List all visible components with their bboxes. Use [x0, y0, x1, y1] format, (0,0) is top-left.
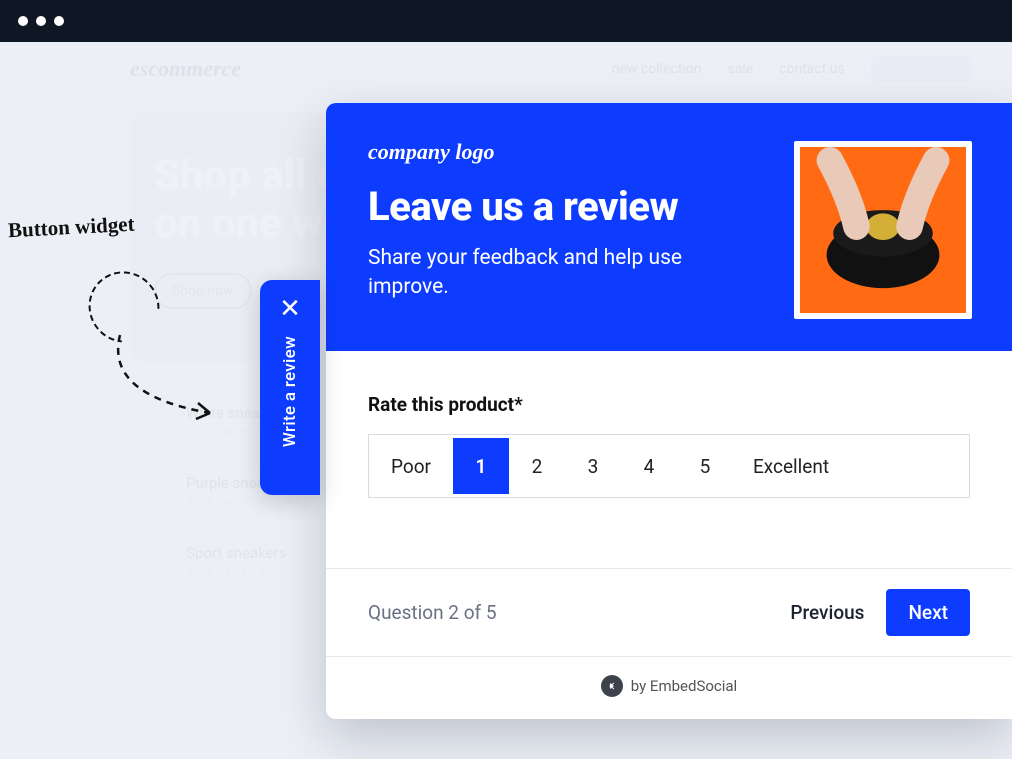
annotation-arrow-icon: [100, 305, 250, 435]
shop-now-button[interactable]: Shop now: [154, 273, 252, 309]
nav-signup-button[interactable]: Sign up/Log in: [871, 56, 972, 82]
nav-sale[interactable]: sale: [727, 61, 753, 77]
rating-option-2[interactable]: 2: [509, 438, 565, 494]
write-review-widget-tab[interactable]: ✕ Write a review: [260, 280, 320, 495]
modal-footer: Question 2 of 5 Previous Next: [326, 568, 1012, 656]
product-image-frame: [794, 141, 972, 319]
nav-new-collection[interactable]: new collection: [612, 61, 702, 77]
modal-header: company logo Leave us a review Share you…: [326, 103, 1012, 351]
product-thumb: [130, 470, 172, 512]
traffic-dot: [36, 16, 46, 26]
company-logo: company logo: [368, 139, 766, 165]
review-modal: company logo Leave us a review Share you…: [326, 103, 1012, 719]
rating-option-4[interactable]: 4: [621, 438, 677, 494]
product-thumb: [130, 540, 172, 582]
rating-scale: Poor 1 2 3 4 5 Excellent: [368, 434, 970, 498]
modal-body: Rate this product* Poor 1 2 3 4 5 Excell…: [326, 351, 1012, 522]
modal-title: Leave us a review: [368, 183, 766, 230]
traffic-dot: [18, 16, 28, 26]
modal-subtitle: Share your feedback and help use improve…: [368, 244, 748, 303]
site-nav: escommerce new collection sale contact u…: [0, 56, 1012, 82]
embedsocial-icon: [601, 675, 623, 697]
question-progress: Question 2 of 5: [368, 601, 786, 624]
site-brand: escommerce: [130, 56, 586, 82]
previous-button[interactable]: Previous: [786, 591, 868, 634]
rating-stars-icon: ★ ★ ★ ★ ★: [186, 495, 293, 509]
write-review-label: Write a review: [280, 336, 300, 447]
scale-low-label: Poor: [369, 455, 453, 478]
next-button[interactable]: Next: [886, 589, 970, 636]
close-icon[interactable]: ✕: [279, 296, 301, 322]
rating-stars-icon: ★ ★ ★ ★ ★: [186, 565, 286, 579]
question-label: Rate this product*: [368, 393, 970, 416]
product-name: Sport sneakers: [186, 544, 286, 562]
rating-option-1[interactable]: 1: [453, 438, 509, 494]
scale-high-label: Excellent: [733, 455, 851, 478]
window-titlebar: [0, 0, 1012, 42]
rating-option-3[interactable]: 3: [565, 438, 621, 494]
rating-option-5[interactable]: 5: [677, 438, 733, 494]
nav-contact[interactable]: contact us: [779, 61, 845, 77]
traffic-dot: [54, 16, 64, 26]
product-image: [800, 147, 966, 313]
powered-by-label[interactable]: by EmbedSocial: [631, 677, 737, 695]
powered-by: by EmbedSocial: [326, 656, 1012, 719]
